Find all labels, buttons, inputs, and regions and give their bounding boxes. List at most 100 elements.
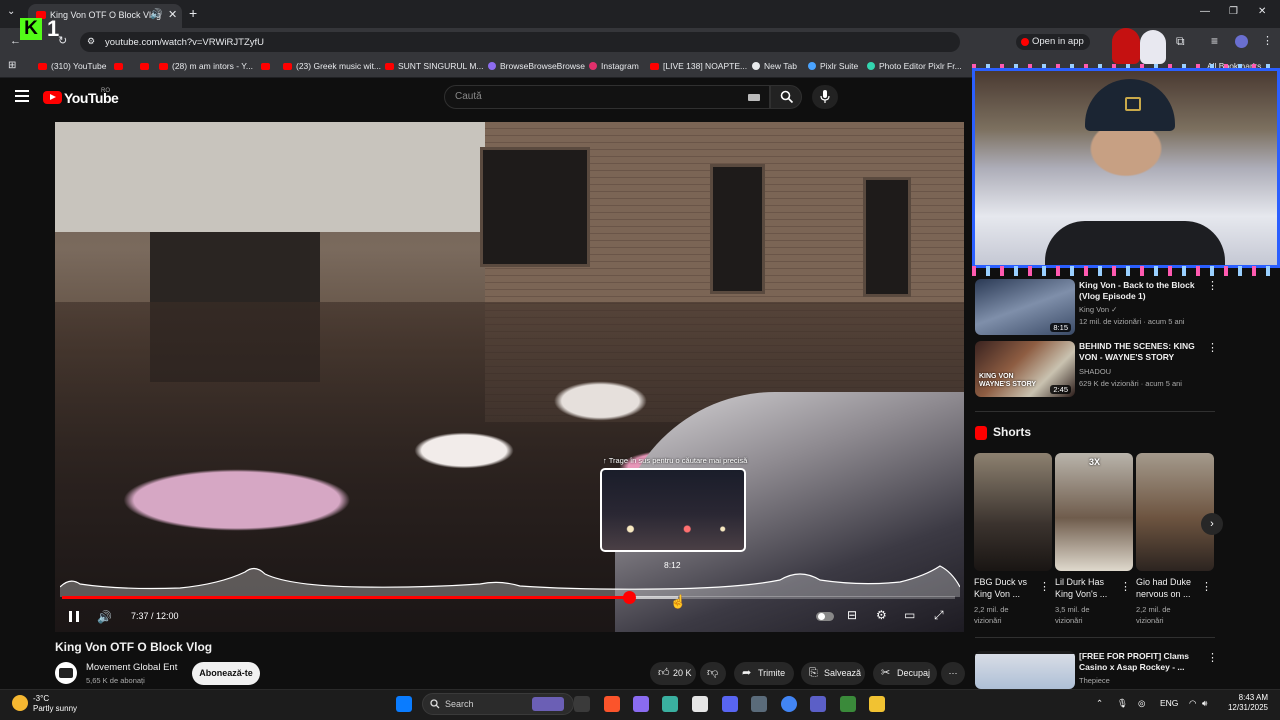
microphone-tray-icon[interactable]: 🎙︎ [1117,698,1128,709]
bookmark-item[interactable]: Instagram [589,61,639,71]
save-button[interactable]: ⎘ Salvează [801,662,865,685]
recommended-channel[interactable]: Thepiece [1079,676,1110,685]
bookmark-item[interactable]: [LIVE 138] NOAPTE... [650,61,747,71]
voice-search-button[interactable] [812,85,838,109]
recommended-title[interactable]: BEHIND THE SCENES: KING VON - WAYNE'S ST… [1079,341,1205,363]
hamburger-menu-icon[interactable] [15,90,29,102]
calculator-icon[interactable] [751,696,767,712]
bookmark-item[interactable]: SUNT SINGURUL M... [385,61,483,71]
system-clock[interactable]: 8:43 AM 12/31/2025 [1226,693,1268,713]
minimize-icon[interactable]: — [1200,6,1210,17]
more-options-icon[interactable]: ⋮ [1120,580,1131,593]
recommended-thumbnail[interactable] [975,651,1075,689]
tab-list-chevron-icon[interactable]: ⌄ [7,6,15,17]
short-thumbnail[interactable] [1136,453,1214,571]
extensions-icon[interactable]: ⧉ [1176,34,1185,49]
video-player[interactable]: ↑ Trage în sus pentru o căutare mai prec… [55,122,964,632]
close-window-icon[interactable]: ✕ [1258,6,1266,17]
windows-start-icon[interactable] [396,696,412,712]
more-options-icon[interactable]: ⋮ [1207,279,1218,292]
copilot-icon[interactable] [633,696,649,712]
tray-app-icon[interactable]: ◎ [1138,698,1145,709]
weather-widget[interactable]: -3°C Partly sunny [33,694,77,714]
subscribe-button[interactable]: Abonează-te [192,662,260,685]
wifi-icon[interactable]: ◠ [1189,698,1196,709]
task-view-icon[interactable] [532,697,564,711]
reload-icon[interactable]: ↻ [58,34,67,47]
tray-chevron-icon[interactable]: ⌃ [1096,698,1103,709]
bookmark-item[interactable]: (28) m am intors - Y... [159,61,253,71]
keyboard-icon[interactable] [748,94,760,101]
volume-icon[interactable]: 🔊 [97,610,112,624]
bookmark-item[interactable]: (310) YouTube [38,61,106,71]
maximize-icon[interactable]: ❐ [1229,6,1238,17]
open-in-app-button[interactable]: Open in app [1016,34,1090,50]
vim-icon[interactable] [840,696,856,712]
language-indicator[interactable]: ENG [1160,698,1178,708]
channel-avatar[interactable] [55,662,77,684]
search-input[interactable]: Caută [444,85,770,109]
more-options-icon[interactable]: ⋮ [1039,580,1050,593]
close-tab-icon[interactable]: ✕ [168,8,177,21]
shorts-next-arrow-icon[interactable]: › [1201,513,1223,535]
more-actions-button[interactable]: ⋯ [941,662,965,685]
new-tab-button[interactable]: + [189,5,197,21]
browser-menu-icon[interactable]: ⋮ [1262,34,1273,47]
speaker-icon[interactable]: 🔊 [150,9,162,20]
youtube-logo-icon[interactable] [43,91,62,104]
youtube-logo-text[interactable]: YouTube [64,90,119,106]
recommended-channel[interactable]: SHADOU [1079,367,1111,376]
bookmark-item[interactable] [140,61,153,71]
search-button[interactable] [770,85,802,109]
fullscreen-icon[interactable]: ⤢ [934,608,944,623]
profile-avatar-icon[interactable] [1235,35,1248,48]
discord-icon[interactable] [722,696,738,712]
bookmark-item[interactable]: Pixlr Suite [808,61,858,71]
subtitles-icon[interactable]: ⊟ [847,608,857,622]
scissors-icon: ✂ [881,667,891,679]
short-title[interactable]: FBG Duck vs King Von ... [974,576,1040,600]
clip-button[interactable]: ✂ Decupaj [873,662,937,685]
volume-tray-icon[interactable]: 🔊︎ [1202,698,1207,709]
pause-button[interactable] [69,611,79,622]
settings-gear-icon[interactable]: ⚙ [876,608,887,622]
channel-name[interactable]: Movement Global Ent [86,662,177,673]
autoplay-toggle[interactable] [816,612,834,621]
more-options-icon[interactable]: ⋮ [1207,341,1218,354]
youtube-small-icon [1021,38,1029,46]
bookmark-item[interactable] [261,61,274,71]
recommended-channel[interactable]: King Von ✓ [1079,305,1117,314]
weather-icon[interactable] [12,695,28,711]
site-info-icon[interactable]: ⚙ [87,36,95,47]
more-options-icon[interactable]: ⋮ [1201,580,1212,593]
short-title[interactable]: Gio had Duke nervous on ... [1136,576,1202,600]
url-text[interactable]: youtube.com/watch?v=VRWiRJTZyfU [105,37,264,48]
bookmark-item[interactable]: New Tab [752,61,797,71]
dislike-button[interactable]: 👎︎ [700,662,726,685]
chrome-icon[interactable] [781,696,797,712]
recommended-thumbnail[interactable]: KING VON WAYNE'S STORY 2:45 [975,341,1075,397]
theater-mode-icon[interactable]: ▭ [904,608,915,622]
bookmark-item[interactable]: (23) Greek music wit... [283,61,381,71]
like-button[interactable]: 👍︎ 20 K [650,662,696,685]
media-icon[interactable]: ≡ [1211,34,1218,48]
short-thumbnail[interactable] [974,453,1052,571]
bookmark-item[interactable]: BrowseBrowseBrowse [488,61,585,71]
chrome-canary-icon[interactable] [662,696,678,712]
recommended-thumbnail[interactable]: 8:15 [975,279,1075,335]
recommended-title[interactable]: King Von - Back to the Block (Vlog Episo… [1079,280,1205,302]
bookmark-item[interactable]: Photo Editor Pixlr Fr... [867,61,962,71]
apps-grid-icon[interactable]: ⊞ [8,60,16,71]
more-options-icon[interactable]: ⋮ [1207,651,1218,664]
teams-icon[interactable] [810,696,826,712]
folder-icon[interactable] [869,696,885,712]
brave-icon[interactable] [604,696,620,712]
short-title[interactable]: Lil Durk Has King Von's ... [1055,576,1121,600]
share-button[interactable]: ➦ Trimite [734,662,794,685]
progress-scrubber[interactable] [623,591,637,604]
github-icon[interactable] [692,696,708,712]
file-explorer-dark-icon[interactable] [574,696,590,712]
bookmark-item[interactable] [114,61,127,71]
short-thumbnail[interactable]: 3X [1055,453,1133,571]
recommended-title[interactable]: [FREE FOR PROFIT] Clams Casino x Asap Ro… [1079,651,1205,673]
